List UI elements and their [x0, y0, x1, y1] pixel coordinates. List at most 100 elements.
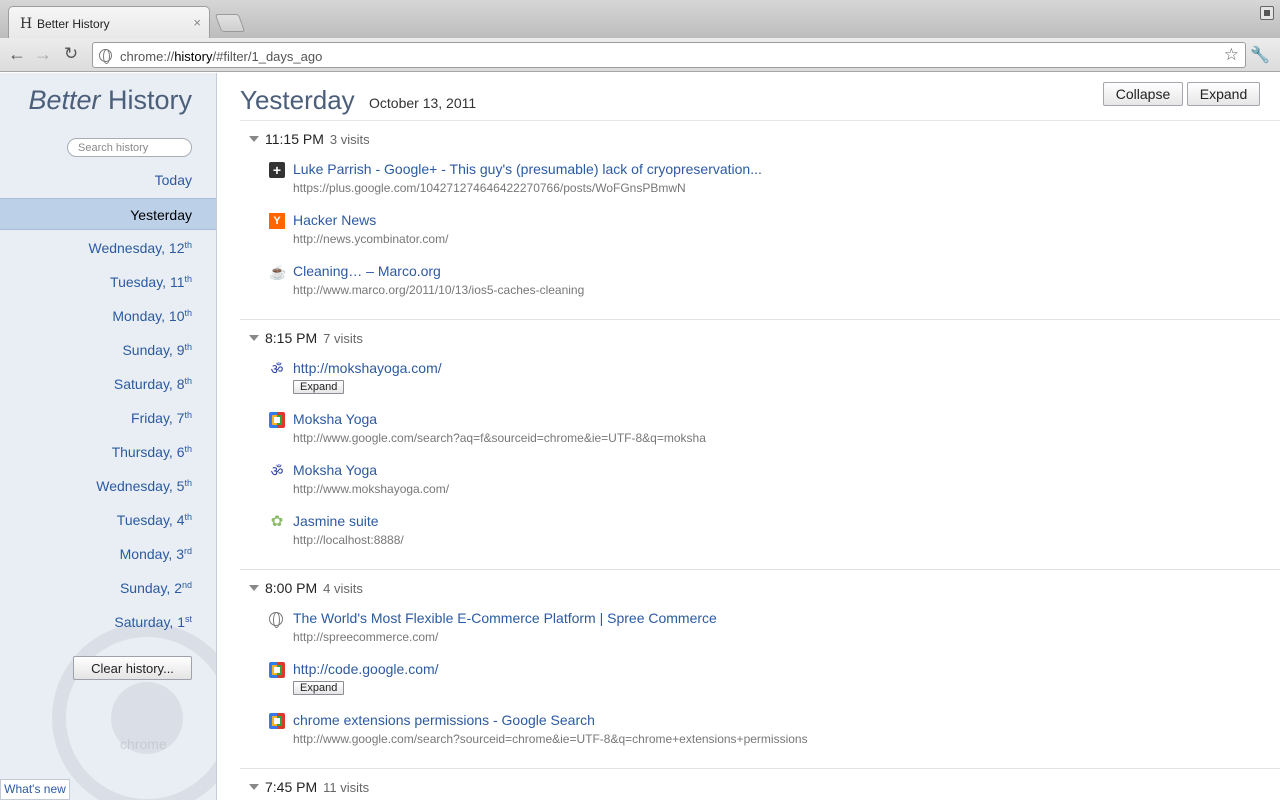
visit-title-link[interactable]: Cleaning… – Marco.org [293, 262, 1280, 280]
sidebar-day-label: Saturday, 8 [113, 376, 185, 392]
time-group-header[interactable]: 11:15 PM 3 visits [240, 127, 1280, 152]
visit-item: http://code.google.com/Expand [240, 654, 1280, 705]
sidebar-day-item[interactable]: Yesterday [0, 198, 216, 230]
visit-item: ✿ Jasmine suite http://localhost:8888/ [240, 506, 1280, 557]
clear-history-button[interactable]: Clear history... [73, 656, 192, 680]
browser-tab[interactable]: H Better History × [8, 6, 210, 38]
sidebar-day-item[interactable]: Thursday, 6th [0, 435, 216, 469]
sidebar-day-item[interactable]: Saturday, 8th [0, 367, 216, 401]
sidebar-day-suffix: th [184, 376, 192, 386]
sidebar-day-item[interactable]: Saturday, 1st [0, 605, 216, 639]
visit-url: https://plus.google.com/1042712746464222… [293, 181, 686, 195]
jasmine-flower-icon: ✿ [270, 513, 284, 530]
bookmark-star-icon[interactable]: ☆ [1224, 45, 1239, 65]
divider [240, 120, 1280, 121]
tab-title: Better History [37, 17, 110, 31]
sidebar-day-item[interactable]: Tuesday, 11th [0, 265, 216, 299]
whats-new-link[interactable]: What's new [0, 779, 70, 800]
sidebar-day-suffix: nd [181, 580, 192, 590]
time-group: 8:15 PM 7 visits ॐ http://mokshayoga.com/Ex… [240, 326, 1280, 570]
visit-item: ॐ http://mokshayoga.com/Expand [240, 353, 1280, 404]
page-date: October 13, 2011 [369, 95, 477, 111]
time-group-count: 11 visits [323, 780, 370, 795]
window-fullscreen-icon[interactable] [1260, 6, 1274, 20]
visit-title-link[interactable]: http://mokshayoga.com/ [293, 359, 1280, 377]
wrench-menu-icon[interactable]: 🔧 [1250, 45, 1270, 65]
sidebar-day-item[interactable]: Friday, 7th [0, 401, 216, 435]
sidebar-day-label: Saturday, 1 [114, 614, 185, 630]
sidebar-day-label: Sunday, 2 [119, 580, 182, 596]
visit-url: http://localhost:8888/ [293, 533, 404, 547]
sidebar-day-item[interactable]: Tuesday, 4th [0, 503, 216, 537]
disclosure-triangle-icon[interactable] [249, 335, 259, 341]
visit-list: The World's Most Flexible E-Commerce Pla… [240, 601, 1280, 756]
sidebar-day-item[interactable]: Sunday, 2nd [0, 571, 216, 605]
time-group: 7:45 PM 11 visits [240, 775, 1280, 800]
time-group: 11:15 PM 3 visits + Luke Parrish - Google+ … [240, 127, 1280, 320]
sidebar-day-item[interactable]: Today [0, 163, 216, 197]
expand-visit-button[interactable]: Expand [293, 380, 345, 394]
visit-list: ॐ http://mokshayoga.com/Expand Moksha Yoga… [240, 351, 1280, 557]
visit-item: ॐ Moksha Yoga http://www.mokshayoga.com/ [240, 455, 1280, 506]
visit-title-link[interactable]: Moksha Yoga [293, 410, 1280, 428]
visit-url: http://www.marco.org/2011/10/13/ios5-cac… [293, 283, 585, 297]
sidebar-day-suffix: th [184, 444, 192, 454]
visit-item: ☕ Cleaning… – Marco.org http://www.marco.o… [240, 256, 1280, 307]
visit-title-link[interactable]: Luke Parrish - Google+ - This guy's (pre… [293, 160, 1280, 178]
collapse-all-button[interactable]: Collapse [1103, 82, 1183, 106]
browser-toolbar: ← → ↻ chrome://history/#filter/1_days_ag… [0, 38, 1280, 72]
main-content: Yesterday October 13, 2011 Collapse Expa… [217, 73, 1280, 800]
search-input[interactable] [67, 138, 192, 157]
sidebar-day-label: Thursday, 6 [111, 444, 185, 460]
sidebar-day-item[interactable]: Monday, 3rd [0, 537, 216, 571]
page-globe-icon [99, 49, 112, 64]
time-group-header[interactable]: 8:15 PM 7 visits [240, 326, 1280, 351]
sidebar-day-item[interactable]: Wednesday, 5th [0, 469, 216, 503]
browser-titlebar: H Better History × [0, 0, 1280, 38]
disclosure-triangle-icon[interactable] [249, 784, 259, 790]
sidebar-day-label: Wednesday, 12 [88, 240, 185, 256]
back-arrow-icon[interactable]: ← [6, 43, 28, 65]
globe-icon [269, 612, 283, 628]
disclosure-triangle-icon[interactable] [249, 136, 259, 142]
time-group-header[interactable]: 8:00 PM 4 visits [240, 576, 1280, 601]
expand-visit-button[interactable]: Expand [293, 681, 345, 695]
reload-icon[interactable]: ↻ [60, 43, 82, 65]
om-symbol-icon: ॐ [270, 463, 284, 479]
sidebar-day-suffix: th [184, 240, 192, 250]
expand-all-button[interactable]: Expand [1187, 82, 1260, 106]
visit-item: + Luke Parrish - Google+ - This guy's (pr… [240, 154, 1280, 205]
visit-url: http://www.mokshayoga.com/ [293, 482, 450, 496]
visit-url: http://spreecommerce.com/ [293, 630, 439, 644]
time-group-header[interactable]: 7:45 PM 11 visits [240, 775, 1280, 800]
time-group-count: 3 visits [329, 132, 370, 147]
visit-title-link[interactable]: Moksha Yoga [293, 461, 1280, 479]
address-bar[interactable]: chrome://history/#filter/1_days_ago ☆ [92, 42, 1246, 68]
time-group-time: 11:15 PM [265, 131, 324, 147]
visit-title-link[interactable]: Jasmine suite [293, 512, 1280, 530]
sidebar-day-item[interactable]: Monday, 10th [0, 299, 216, 333]
time-group-time: 8:00 PM [265, 580, 318, 596]
sidebar-day-suffix: th [184, 512, 192, 522]
google-plus-icon: + [269, 162, 285, 178]
visit-item: The World's Most Flexible E-Commerce Pla… [240, 603, 1280, 654]
visit-groups: 11:15 PM 3 visits + Luke Parrish - Google+ … [240, 127, 1280, 800]
tab-close-icon[interactable]: × [193, 15, 201, 30]
om-symbol-icon: ॐ [270, 361, 284, 377]
forward-arrow-icon[interactable]: → [32, 43, 54, 65]
sidebar-day-item[interactable]: Wednesday, 12th [0, 231, 216, 265]
visit-url: http://news.ycombinator.com/ [293, 232, 449, 246]
sidebar-day-item[interactable]: Sunday, 9th [0, 333, 216, 367]
visit-title-link[interactable]: chrome extensions permissions - Google S… [293, 711, 1280, 729]
visit-title-link[interactable]: http://code.google.com/ [293, 660, 1280, 678]
disclosure-triangle-icon[interactable] [249, 585, 259, 591]
visit-title-link[interactable]: Hacker News [293, 211, 1280, 229]
address-url: chrome://history/#filter/1_days_ago [120, 49, 323, 64]
sidebar-day-label: Monday, 10 [112, 308, 185, 324]
sidebar-day-label: Tuesday, 4 [116, 512, 185, 528]
visit-title-link[interactable]: The World's Most Flexible E-Commerce Pla… [293, 609, 1280, 627]
new-tab-button[interactable] [214, 14, 246, 32]
sidebar-day-suffix: th [184, 478, 192, 488]
sidebar-day-suffix: st [184, 614, 192, 624]
visit-url: http://www.google.com/search?sourceid=ch… [293, 732, 808, 746]
